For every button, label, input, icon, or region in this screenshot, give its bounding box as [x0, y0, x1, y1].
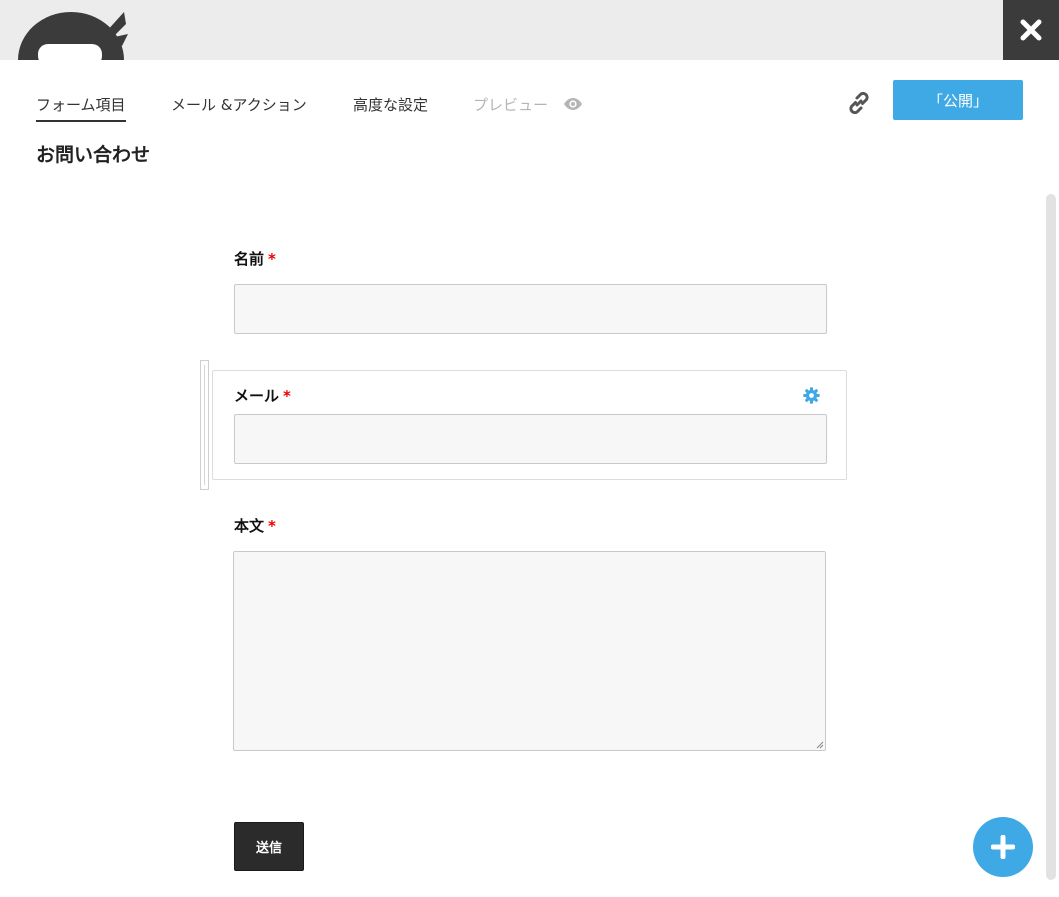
- field-label-message: 本文 *: [234, 515, 276, 536]
- tab-advanced-label: 高度な設定: [353, 96, 429, 114]
- gear-icon: [803, 387, 820, 404]
- resize-handle-icon[interactable]: [815, 740, 824, 749]
- close-button[interactable]: [1003, 0, 1059, 60]
- required-mark: *: [268, 517, 276, 535]
- message-textarea[interactable]: [233, 551, 826, 751]
- copy-link-button[interactable]: [843, 87, 875, 119]
- required-mark: *: [283, 387, 291, 405]
- ninja-logo: [18, 10, 128, 60]
- tab-emails-actions[interactable]: メール &アクション: [171, 90, 307, 120]
- form-title: お問い合わせ: [36, 144, 151, 166]
- drag-handle[interactable]: [200, 360, 209, 490]
- add-field-button[interactable]: [973, 817, 1033, 877]
- field-label-name: 名前 *: [234, 248, 276, 269]
- required-mark: *: [268, 250, 276, 268]
- eye-icon: [563, 98, 582, 110]
- tab-form-fields[interactable]: フォーム項目: [36, 90, 126, 122]
- link-icon: [849, 91, 869, 115]
- field-label-message-text: 本文: [234, 517, 265, 535]
- field-settings-button[interactable]: [803, 387, 820, 404]
- tab-preview-label: プレビュー: [473, 96, 549, 114]
- submit-button[interactable]: 送信: [234, 822, 304, 871]
- plus-icon: [991, 835, 1015, 859]
- publish-button[interactable]: 「公開」: [893, 80, 1023, 120]
- tab-form-fields-label: フォーム項目: [36, 96, 126, 114]
- field-label-email-text: メール: [234, 387, 280, 405]
- top-bar: [0, 0, 1059, 60]
- name-field[interactable]: [234, 284, 827, 334]
- tab-preview[interactable]: プレビュー: [473, 90, 583, 120]
- field-label-name-text: 名前: [234, 250, 265, 268]
- field-label-email: メール *: [234, 385, 291, 406]
- email-field[interactable]: [234, 414, 827, 464]
- scrollbar[interactable]: [1046, 194, 1056, 880]
- tab-advanced[interactable]: 高度な設定: [353, 90, 428, 120]
- close-icon: [1020, 19, 1042, 41]
- tab-emails-actions-label: メール &アクション: [171, 96, 307, 114]
